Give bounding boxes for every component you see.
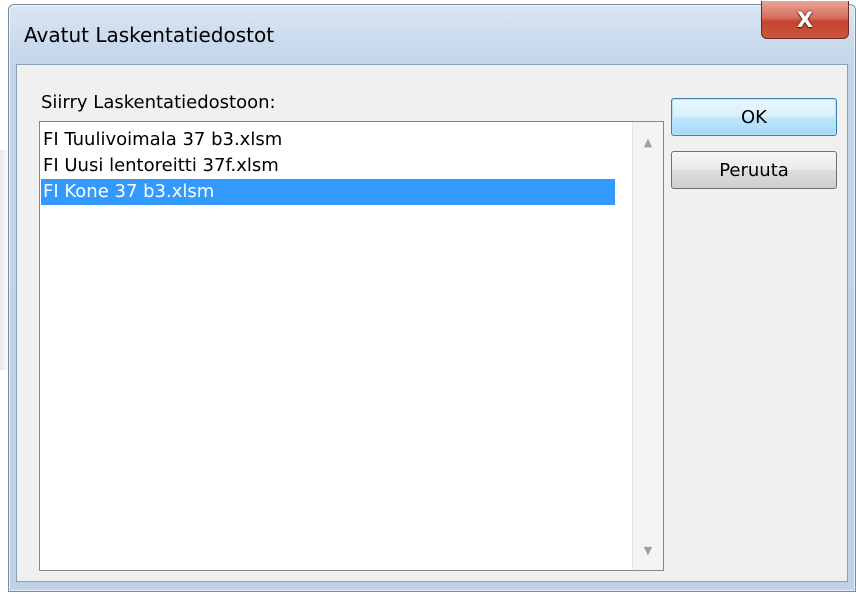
list-item-selected[interactable]: FI Kone 37 b3.xlsm: [41, 179, 615, 205]
ok-button[interactable]: OK: [671, 98, 837, 136]
dialog-body: Siirry Laskentatiedostoon: FI Tuulivoima…: [16, 64, 848, 582]
close-button[interactable]: X: [761, 1, 849, 39]
list-item[interactable]: FI Tuulivoimala 37 b3.xlsm: [41, 127, 615, 153]
cancel-button[interactable]: Peruuta: [671, 151, 837, 189]
workbook-listbox[interactable]: FI Tuulivoimala 37 b3.xlsm FI Uusi lento…: [39, 121, 664, 571]
window-title: Avatut Laskentatiedostot: [24, 23, 275, 47]
dialog-window: Avatut Laskentatiedostot X Siirry Lasken…: [8, 1, 856, 592]
list-item[interactable]: FI Uusi lentoreitti 37f.xlsm: [41, 153, 615, 179]
list-label: Siirry Laskentatiedostoon:: [41, 92, 276, 113]
scroll-up-icon[interactable]: ▲: [633, 130, 663, 154]
close-icon: X: [796, 7, 814, 32]
vertical-scrollbar[interactable]: ▲ ▼: [632, 122, 663, 570]
scroll-down-icon[interactable]: ▼: [633, 538, 663, 562]
